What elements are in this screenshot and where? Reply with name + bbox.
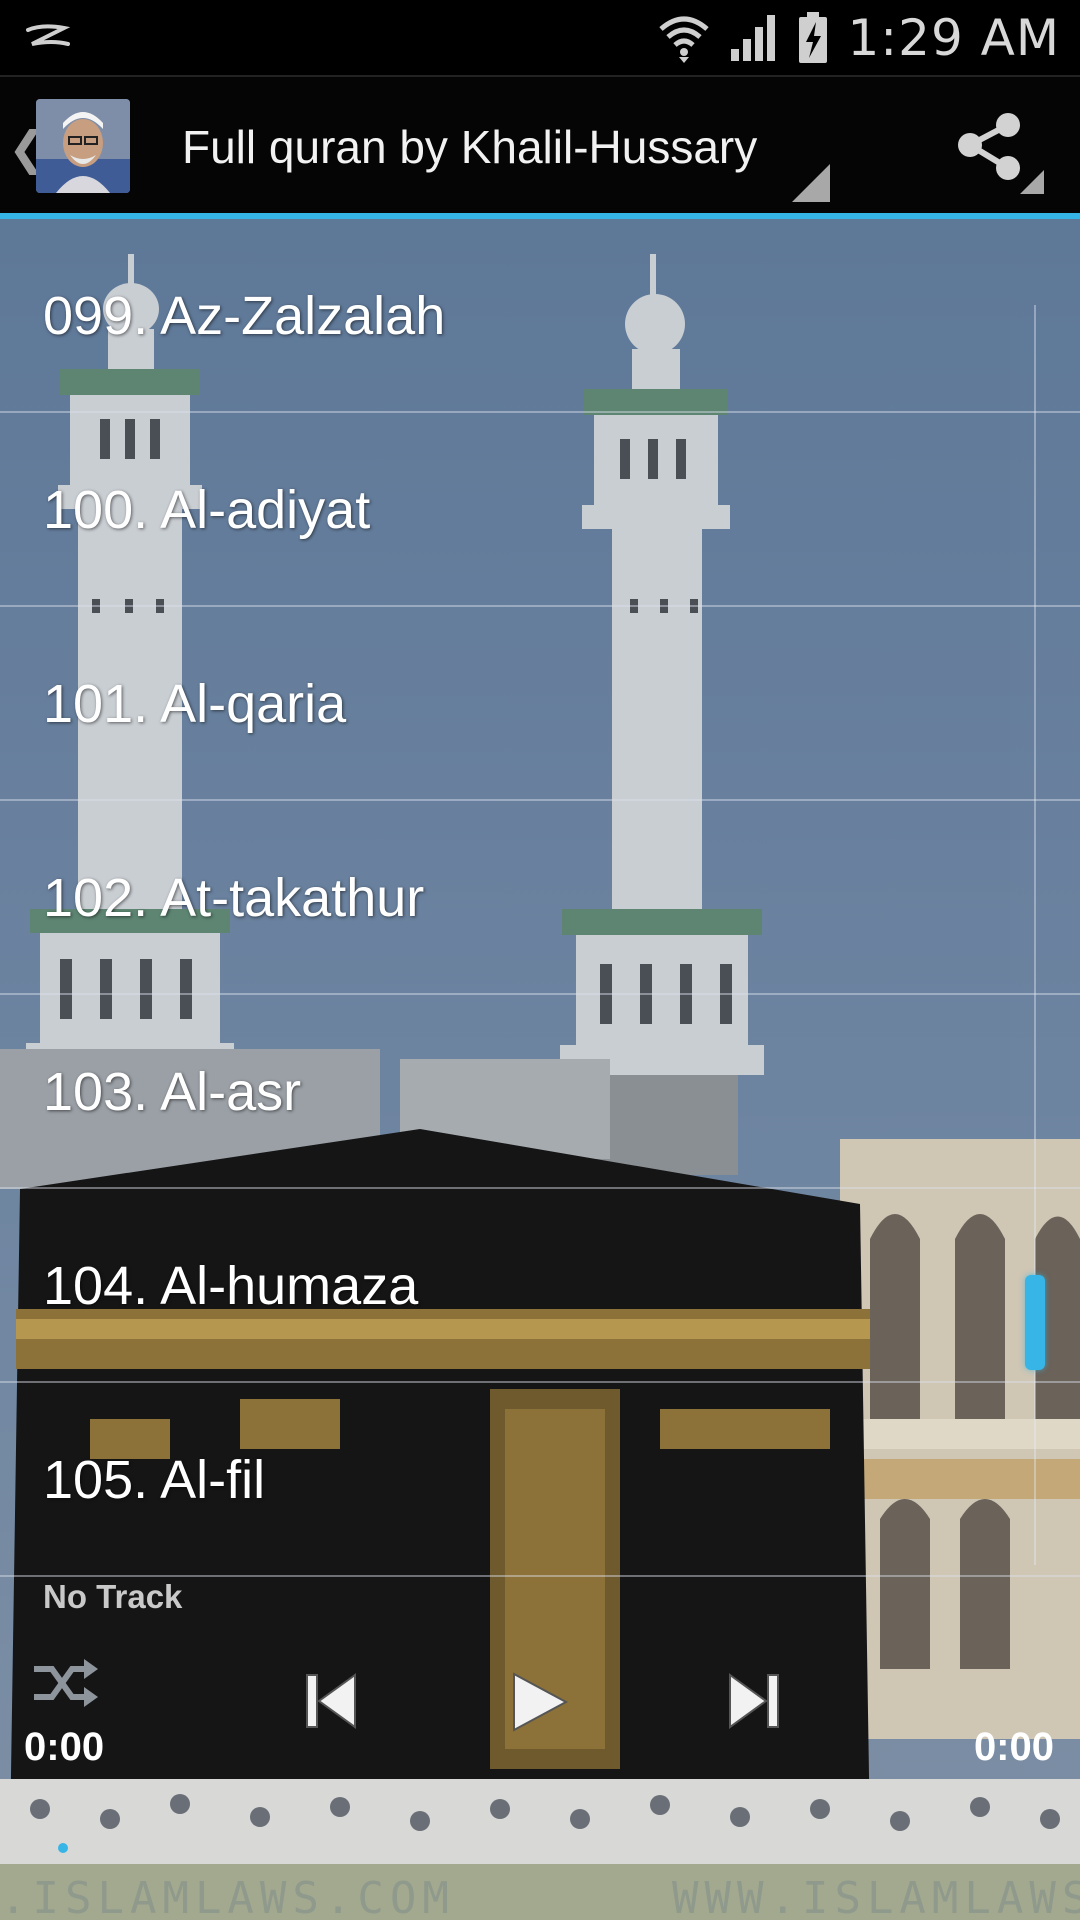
list-item[interactable]: 103. Al-asr	[0, 995, 1080, 1189]
list-item[interactable]: 099. Az-Zalzalah	[0, 219, 1080, 413]
list-item[interactable]: 102. At-takathur	[0, 801, 1080, 995]
list-item-label: 101. Al-qaria	[43, 674, 347, 734]
elapsed-time: 0:00	[24, 1725, 105, 1769]
list-item[interactable]: 101. Al-qaria	[0, 607, 1080, 801]
battery-charging-icon	[799, 12, 828, 63]
list-item-label: 105. Al-fil	[43, 1450, 266, 1510]
status-time: 1:29 AM	[847, 9, 1060, 67]
track-name: No Track	[43, 1578, 183, 1615]
list-item-label: 103. Al-asr	[43, 1062, 302, 1122]
shuffle-icon[interactable]	[30, 1655, 100, 1711]
app-title[interactable]: Full quran by Khalil-Hussary	[182, 120, 757, 174]
play-icon[interactable]	[510, 1670, 570, 1734]
list-item-label: 104. Al-humaza	[43, 1256, 419, 1316]
seek-bar-handle[interactable]	[58, 1843, 68, 1853]
share-icon[interactable]	[950, 110, 1030, 190]
wifi-icon	[659, 16, 710, 63]
surah-list: 099. Az-Zalzalah 100. Al-adiyat 101. Al-…	[0, 219, 1080, 1577]
list-item[interactable]: 105. Al-fil	[0, 1383, 1080, 1577]
list-item[interactable]: 100. Al-adiyat	[0, 413, 1080, 607]
list-item-label: 099. Az-Zalzalah	[43, 286, 446, 346]
scroll-track	[1034, 305, 1036, 1565]
duration-time: 0:00	[973, 1725, 1054, 1769]
list-item[interactable]: 104. Al-humaza	[0, 1189, 1080, 1383]
list-item-label: 102. At-takathur	[43, 868, 425, 928]
share-corner-icon	[1020, 170, 1044, 194]
list-item-label: 100. Al-adiyat	[43, 480, 371, 540]
signal-icon	[731, 15, 776, 61]
status-bar: 1:29 AM	[0, 0, 1080, 75]
next-icon[interactable]	[728, 1673, 780, 1729]
action-bar: ❮ Full quran by Khalil-Hussary	[0, 75, 1080, 219]
notification-icon	[26, 24, 71, 46]
watermark-right: WWW.ISLAMLAWS.	[672, 1873, 1080, 1920]
previous-icon[interactable]	[305, 1673, 357, 1729]
watermark-left: .ISLAMLAWS.COM	[0, 1873, 455, 1920]
scrollbar-thumb[interactable]	[1025, 1275, 1045, 1370]
reciter-avatar[interactable]	[36, 99, 130, 193]
dropdown-corner-icon[interactable]	[792, 164, 830, 202]
